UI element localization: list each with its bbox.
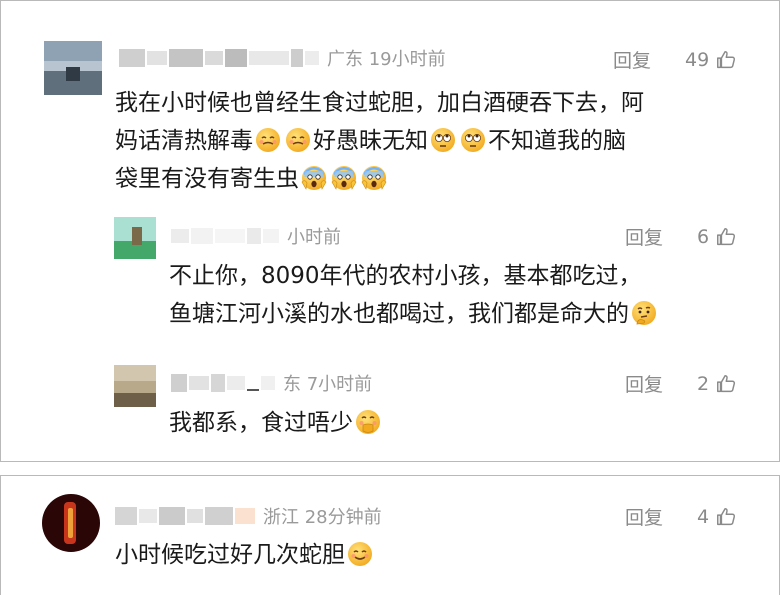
comment-text: 小时候吃过好几次蛇胆 [115,536,375,574]
reply-actions: 回复 2 [625,370,737,397]
comment-text: 我在小时候也曾经生食过蛇胆，加白酒硬吞下去，阿 妈话清热解毒 好愚昧无知 不知道我的… [115,84,644,198]
like-count: 2 [697,372,710,395]
reply-button[interactable]: 回复 [625,503,663,530]
comment-actions: 回复 4 [625,503,737,530]
face-with-rolling-eyes-emoji [460,127,486,153]
comment-line: 我在小时候也曾经生食过蛇胆，加白酒硬吞下去，阿 [115,90,644,116]
reply-header: 东 7小时前 [171,370,372,396]
comment-card: 广东 19小时前 回复 49 我在小时候也曾经生食过蛇胆，加白酒硬吞下去，阿 妈… [0,0,780,462]
comment-meta: 浙江 28分钟前 [263,507,382,528]
reply-line: 鱼塘江河小溪的水也都喝过，我们都是命大的 [169,295,659,333]
face-with-sweat-emoji [285,127,311,153]
thumbs-up-icon[interactable] [715,49,737,71]
like-count: 49 [685,48,710,71]
reply-button[interactable]: 回复 [625,370,663,397]
reply-actions: 回复 6 [625,223,737,250]
reply-meta: 小时前 [287,227,341,248]
avatar[interactable] [114,365,156,407]
comment-actions: 回复 49 [613,46,737,73]
username-blurred[interactable] [171,374,275,392]
smiling-face-emoji [347,541,373,567]
face-with-sweat-emoji [255,127,281,153]
comment-line: 袋里有没有寄生虫 [115,160,644,198]
comment-card: 浙江 28分钟前 回复 4 小时候吃过好几次蛇胆 [0,475,780,595]
reply-line: 不止你，8090年代的农村小孩，基本都吃过， [169,263,642,289]
thumbs-up-icon[interactable] [715,373,737,395]
reply-button[interactable]: 回复 [625,223,663,250]
comment-line: 妈话清热解毒 好愚昧无知 不知道我的脑 [115,127,626,154]
like-count: 4 [697,505,710,528]
username-blurred[interactable] [115,507,255,525]
reply-button[interactable]: 回复 [613,46,651,73]
thinking-face-emoji [631,300,657,326]
comment-meta: 广东 19小时前 [327,49,446,70]
face-with-hand-over-mouth-emoji [355,409,381,435]
comment-header: 浙江 28分钟前 [115,503,382,529]
reply-meta: 东 7小时前 [283,374,373,395]
avatar[interactable] [42,494,100,552]
face-with-rolling-eyes-emoji [430,127,456,153]
avatar[interactable] [44,41,102,95]
reply-text: 不止你，8090年代的农村小孩，基本都吃过， 鱼塘江河小溪的水也都喝过，我们都是… [169,257,659,333]
username-blurred[interactable] [171,228,279,244]
avatar[interactable] [114,217,156,259]
thumbs-up-icon[interactable] [715,226,737,248]
username-blurred[interactable] [119,49,319,67]
thumbs-up-icon[interactable] [715,506,737,528]
face-screaming-in-fear-emoji [331,165,357,191]
face-screaming-in-fear-emoji [301,165,327,191]
like-count: 6 [697,225,710,248]
reply-text: 我都系，食过唔少 [169,404,383,442]
reply-header: 小时前 [171,223,341,249]
face-screaming-in-fear-emoji [361,165,387,191]
comment-header: 广东 19小时前 [119,45,446,71]
comment-line: 小时候吃过好几次蛇胆 [115,536,375,574]
reply-line: 我都系，食过唔少 [169,404,383,442]
